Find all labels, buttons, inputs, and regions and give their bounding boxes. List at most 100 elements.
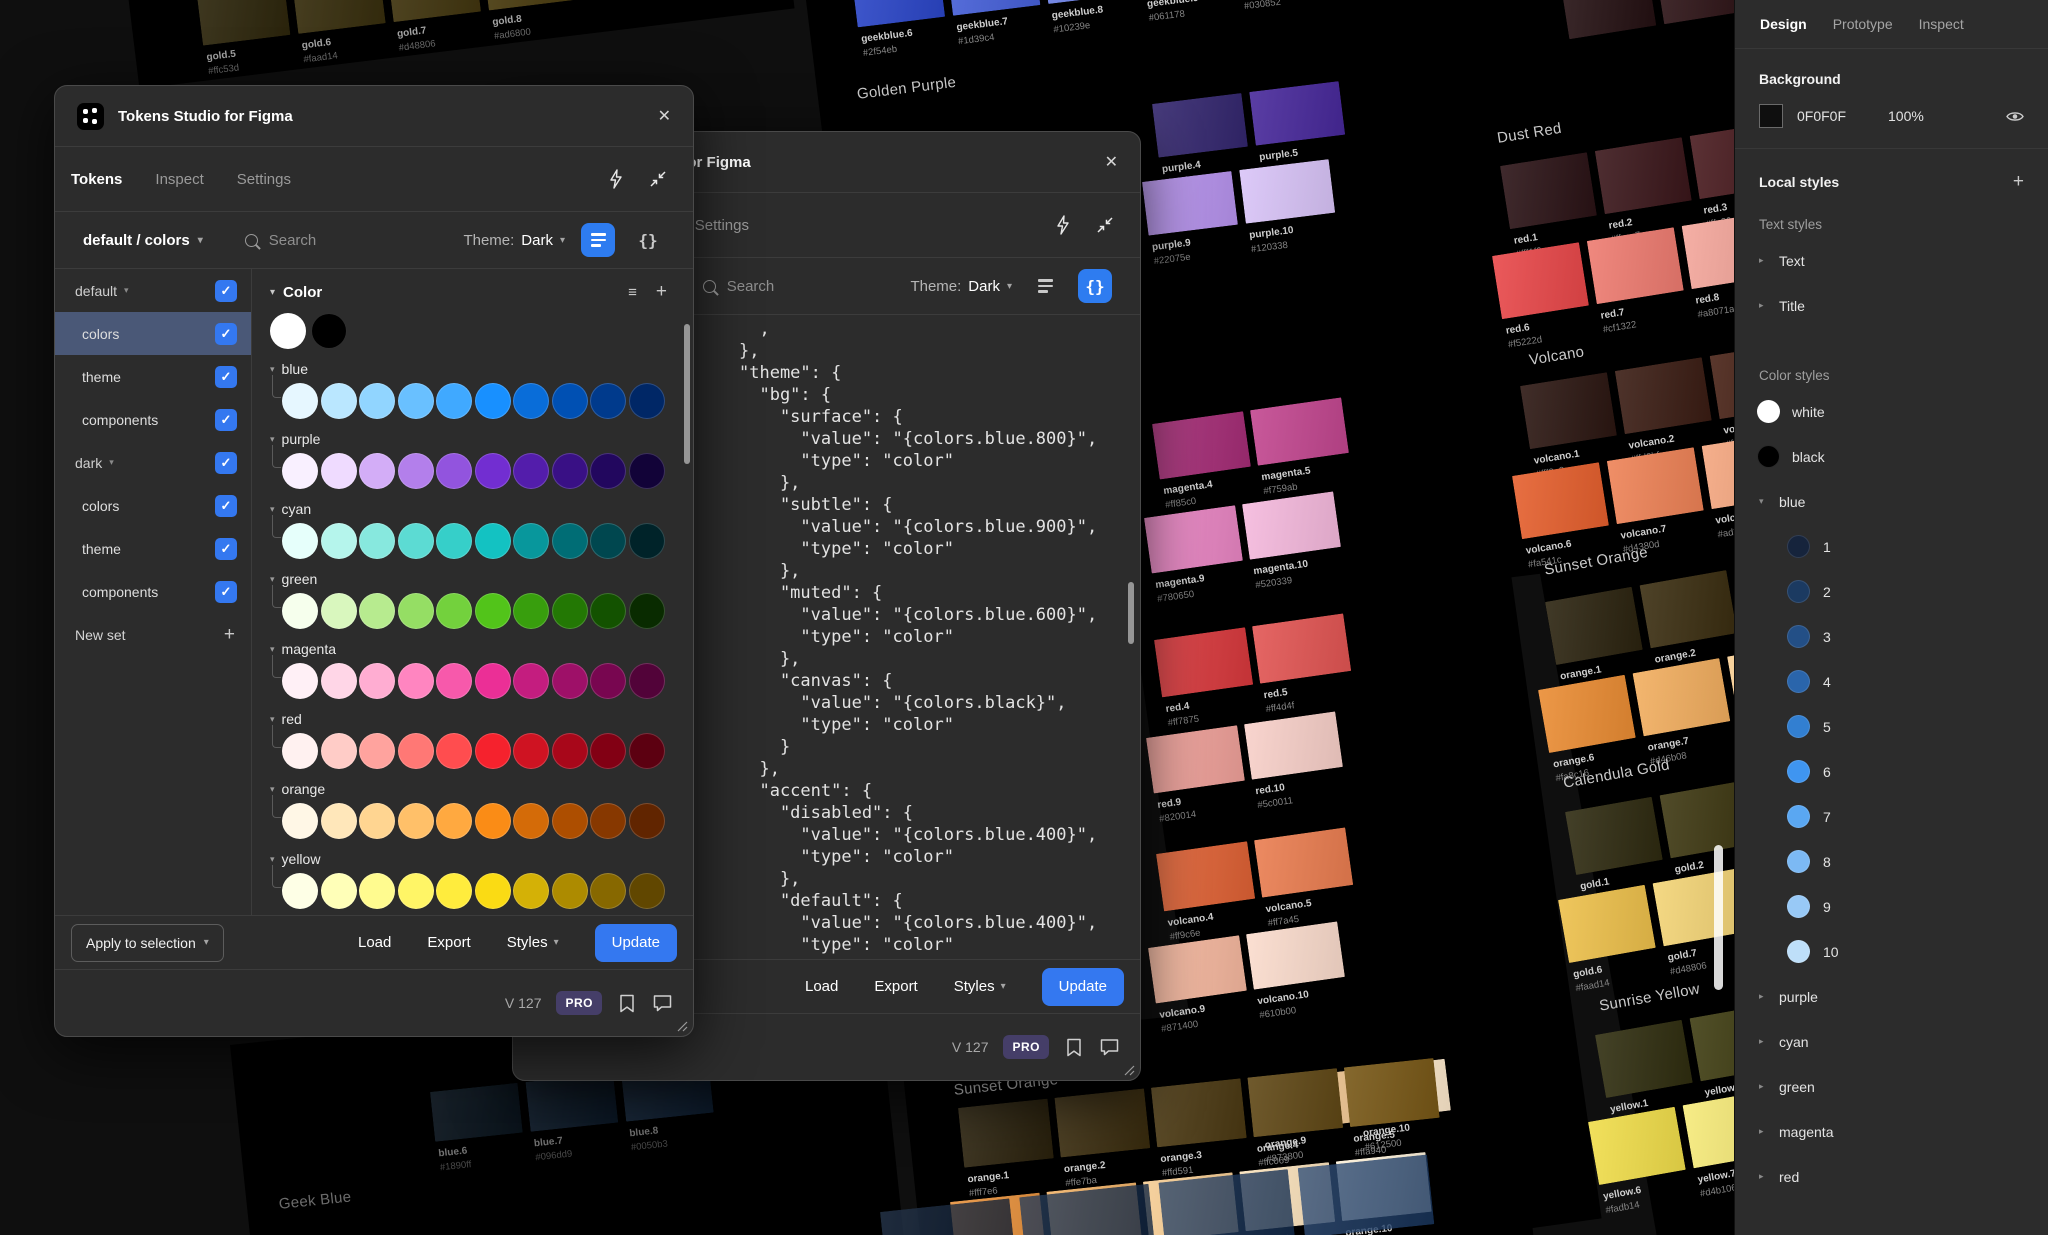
token-swatch-magenta-9[interactable] xyxy=(590,663,626,699)
token-swatch-orange-2[interactable] xyxy=(320,803,357,839)
token-swatch-purple-3[interactable] xyxy=(359,453,395,489)
close-icon[interactable]: ✕ xyxy=(658,106,671,126)
tab-design[interactable]: Design xyxy=(1760,16,1807,32)
token-swatch-blue-8[interactable] xyxy=(551,383,588,419)
palette-tile-orange.6[interactable] xyxy=(1538,674,1636,754)
palette-tile-blue.6[interactable] xyxy=(430,1082,523,1142)
token-swatch-magenta-7[interactable] xyxy=(513,663,549,699)
color-style-blue-8[interactable]: 8 xyxy=(1735,839,2048,884)
json-view-button[interactable]: {} xyxy=(1078,269,1112,303)
token-swatch-red-8[interactable] xyxy=(551,733,588,769)
palette-tile-red.9[interactable] xyxy=(1146,725,1245,794)
palette-tile-geekblue.6[interactable] xyxy=(848,0,946,28)
styles-button[interactable]: Styles ▾ xyxy=(954,978,1006,995)
token-swatch-orange-8[interactable] xyxy=(551,803,588,839)
palette-tile-magenta.10[interactable] xyxy=(1242,491,1341,560)
palette-tile-gold.5[interactable] xyxy=(196,0,291,46)
color-style-blue[interactable]: ▾ blue xyxy=(1735,479,2048,524)
palette-tile-volcano.4[interactable] xyxy=(1156,841,1256,912)
add-token-button[interactable]: + xyxy=(656,281,667,303)
token-swatch-magenta-4[interactable] xyxy=(397,663,434,699)
token-swatch-cyan-8[interactable] xyxy=(551,523,588,559)
color-style-blue-6[interactable]: 6 xyxy=(1735,749,2048,794)
token-swatch-red-7[interactable] xyxy=(513,733,549,769)
token-swatch-red-6[interactable] xyxy=(474,733,511,769)
token-swatch-blue-3[interactable] xyxy=(359,383,395,419)
token-swatch-purple-1[interactable] xyxy=(282,453,318,489)
token-swatch-magenta-1[interactable] xyxy=(282,663,318,699)
color-style-cyan[interactable]: ▸ cyan xyxy=(1735,1019,2048,1064)
theme-selector[interactable]: Theme: Dark ▾ xyxy=(463,232,565,249)
token-swatch-green-8[interactable] xyxy=(551,593,588,629)
color-style-blue-4[interactable]: 4 xyxy=(1735,659,2048,704)
background-hex[interactable]: 0F0F0F xyxy=(1797,108,1846,124)
token-swatch-yellow-8[interactable] xyxy=(551,873,588,909)
palette-tile-gold.7[interactable] xyxy=(386,0,481,23)
background-opacity[interactable]: 100% xyxy=(1888,108,1924,124)
token-swatch-yellow-7[interactable] xyxy=(513,873,549,909)
apply-to-selection-button[interactable]: Apply to selection▾ xyxy=(71,923,224,962)
token-swatch-red-10[interactable] xyxy=(628,733,665,769)
token-set-theme[interactable]: theme ✓ xyxy=(55,355,251,398)
token-swatch-cyan-5[interactable] xyxy=(436,523,472,559)
token-group-header-yellow[interactable]: ▾ yellow xyxy=(270,847,693,871)
token-set-components[interactable]: components ✓ xyxy=(55,398,251,441)
token-swatch-yellow-2[interactable] xyxy=(320,873,357,909)
palette-tile-red.6[interactable] xyxy=(1492,242,1589,320)
token-swatch-blue-4[interactable] xyxy=(397,383,434,419)
palette-tile-orange.2[interactable] xyxy=(1639,570,1738,649)
palette-tile-orange.2[interactable] xyxy=(1054,1088,1151,1158)
token-swatch-green-9[interactable] xyxy=(590,593,626,629)
token-swatch-yellow-9[interactable] xyxy=(590,873,626,909)
color-style-blue-9[interactable]: 9 xyxy=(1735,884,2048,929)
token-swatch-cyan-1[interactable] xyxy=(282,523,318,559)
palette-tile-geekblue.7[interactable] xyxy=(943,0,1041,16)
token-swatch-yellow-4[interactable] xyxy=(397,873,434,909)
feedback-icon[interactable] xyxy=(1099,1037,1120,1057)
token-set-checkbox[interactable]: ✓ xyxy=(215,580,237,603)
color-style-blue-5[interactable]: 5 xyxy=(1735,704,2048,749)
token-swatch-blue-6[interactable] xyxy=(474,383,511,419)
color-style-blue-1[interactable]: 1 xyxy=(1735,524,2048,569)
pro-badge[interactable]: PRO xyxy=(556,991,602,1015)
styles-button[interactable]: Styles ▾ xyxy=(507,934,559,951)
token-swatch-cyan-4[interactable] xyxy=(397,523,434,559)
token-swatch-green-3[interactable] xyxy=(359,593,395,629)
token-swatch-green-4[interactable] xyxy=(397,593,434,629)
token-swatch-red-4[interactable] xyxy=(397,733,434,769)
palette-tile-purple.9[interactable] xyxy=(1142,171,1238,236)
list-view-button[interactable] xyxy=(1028,269,1062,303)
update-button[interactable]: Update xyxy=(594,923,677,962)
docs-icon[interactable] xyxy=(1064,1037,1084,1058)
palette-tile-orange.4[interactable] xyxy=(1247,1068,1344,1138)
palette-tile-volcano.9[interactable] xyxy=(1148,935,1247,1004)
token-swatch-orange-1[interactable] xyxy=(282,803,318,839)
token-swatch-magenta-10[interactable] xyxy=(628,663,665,699)
token-set-dark[interactable]: dark ▾ ✓ xyxy=(55,441,251,484)
palette-tile[interactable] xyxy=(880,1198,1017,1235)
token-swatch-purple-2[interactable] xyxy=(320,453,357,489)
token-set-components[interactable]: components ✓ xyxy=(55,570,251,613)
palette-tile-volcano.6[interactable] xyxy=(1512,462,1609,540)
token-set-checkbox[interactable]: ✓ xyxy=(215,494,237,517)
palette-tile-yellow.6[interactable] xyxy=(1588,1106,1686,1186)
token-swatch-yellow-3[interactable] xyxy=(359,873,395,909)
palette-tile-red.5[interactable] xyxy=(1252,613,1352,684)
token-swatch-purple-10[interactable] xyxy=(628,453,665,489)
canvas-scrollbar[interactable] xyxy=(1714,845,1723,990)
color-style-purple[interactable]: ▸ purple xyxy=(1735,974,2048,1019)
token-swatch-orange-5[interactable] xyxy=(436,803,472,839)
token-set-colors[interactable]: colors ✓ xyxy=(55,312,251,355)
palette-tile-magenta.9[interactable] xyxy=(1144,505,1243,574)
color-style-green[interactable]: ▸ green xyxy=(1735,1064,2048,1109)
palette-tile-gold.1[interactable] xyxy=(1565,796,1663,876)
color-style-black[interactable]: black xyxy=(1735,434,2048,479)
palette-tile-yellow.1[interactable] xyxy=(1595,1019,1693,1099)
token-set-colors[interactable]: colors ✓ xyxy=(55,484,251,527)
feedback-icon[interactable] xyxy=(652,993,673,1013)
theme-selector[interactable]: Theme: Dark ▾ xyxy=(910,278,1012,295)
color-style-blue-7[interactable]: 7 xyxy=(1735,794,2048,839)
token-group-header-blue[interactable]: ▾ blue xyxy=(270,357,693,381)
token-swatch-green-6[interactable] xyxy=(474,593,511,629)
tab-inspect[interactable]: Inspect xyxy=(1919,16,1964,32)
